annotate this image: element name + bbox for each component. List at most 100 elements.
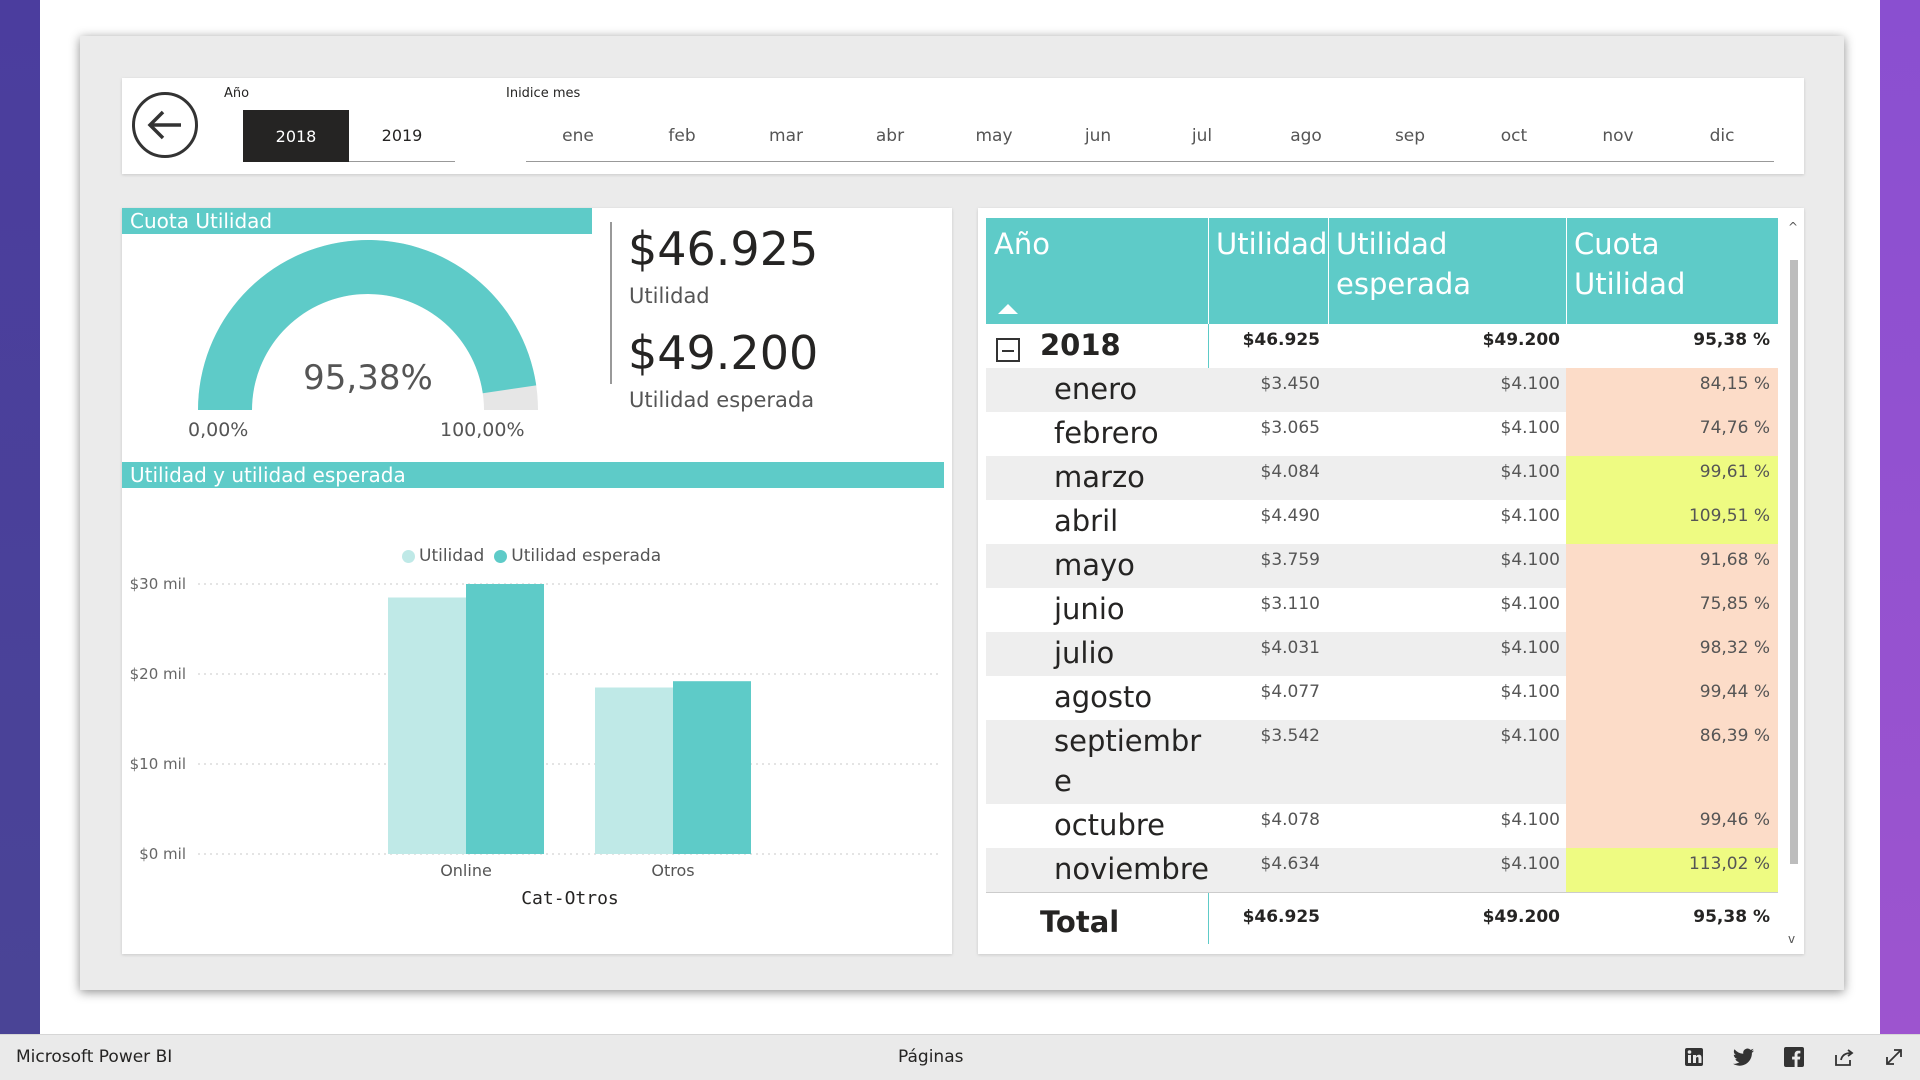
- row-label: febrero: [1054, 416, 1159, 450]
- table-row[interactable]: julio $4.031 $4.100 98,32 %: [986, 632, 1778, 676]
- table-row[interactable]: junio $3.110 $4.100 75,85 %: [986, 588, 1778, 632]
- table-row[interactable]: marzo $4.084 $4.100 99,61 %: [986, 456, 1778, 500]
- left-accent-bar: [0, 0, 40, 1034]
- scroll-thumb[interactable]: [1790, 260, 1798, 864]
- cell-utilidad: $46.925: [1242, 330, 1320, 350]
- y-tick-label: $0 mil: [139, 845, 186, 863]
- sort-ascending-icon[interactable]: [998, 304, 1018, 314]
- table-row[interactable]: febrero $3.065 $4.100 74,76 %: [986, 412, 1778, 456]
- kpi-utilidad-label: Utilidad: [629, 284, 710, 308]
- bar-otros-esperada[interactable]: [673, 681, 751, 854]
- cell-cuota: 99,44 %: [1699, 682, 1770, 702]
- month-button-nov[interactable]: nov: [1566, 110, 1670, 162]
- row-label: abril: [1054, 504, 1119, 538]
- header-utilidad-esperada[interactable]: Utilidad esperada: [1336, 224, 1536, 304]
- linkedin-icon[interactable]: [1682, 1045, 1706, 1069]
- cell-esperada: $4.100: [1500, 594, 1560, 614]
- bar-online-esperada[interactable]: [466, 584, 544, 854]
- scroll-up-icon[interactable]: ^: [1788, 220, 1798, 234]
- row-label: septiembr: [1054, 724, 1202, 758]
- cell-utilidad: $4.634: [1260, 854, 1320, 874]
- row-label: julio: [1054, 636, 1115, 670]
- cell-esperada: $49.200: [1482, 330, 1560, 350]
- legend-label-utilidad: Utilidad: [419, 546, 485, 566]
- cell-cuota: 84,15 %: [1699, 374, 1770, 394]
- table-row[interactable]: noviembre $4.634 $4.100 113,02 %: [986, 848, 1778, 892]
- table-scrollbar[interactable]: ^ v: [1788, 220, 1798, 946]
- bar-otros-utilidad[interactable]: [595, 687, 673, 855]
- month-button-feb[interactable]: feb: [630, 110, 734, 162]
- chart-legend: Utilidad Utilidad esperada: [402, 546, 661, 566]
- header-ano[interactable]: Año: [994, 224, 1050, 264]
- facebook-icon[interactable]: [1782, 1045, 1806, 1069]
- month-slicer: ene feb mar abr may jun jul ago sep oct …: [526, 110, 1774, 162]
- header-utilidad[interactable]: Utilidad: [1216, 224, 1327, 264]
- gauge-max-label: 100,00%: [440, 419, 525, 441]
- month-button-jun[interactable]: jun: [1046, 110, 1150, 162]
- table-row[interactable]: septiembr e $3.542 $4.100 86,39 %: [986, 720, 1778, 804]
- header-separator: [1208, 218, 1209, 324]
- month-button-jul[interactable]: jul: [1150, 110, 1254, 162]
- month-button-ago[interactable]: ago: [1254, 110, 1358, 162]
- month-button-dic[interactable]: dic: [1670, 110, 1774, 162]
- powerbi-brand-link[interactable]: Microsoft Power BI: [16, 1047, 172, 1067]
- cell-cuota: 109,51 %: [1688, 506, 1770, 526]
- month-button-mar[interactable]: mar: [734, 110, 838, 162]
- scroll-down-icon[interactable]: v: [1788, 932, 1795, 946]
- legend-swatch-esperada: [494, 549, 508, 563]
- collapse-icon[interactable]: [996, 338, 1020, 362]
- y-tick-label: $30 mil: [130, 575, 186, 593]
- row-label: 2018: [1040, 328, 1121, 362]
- bar-chart-title: Utilidad y utilidad esperada: [122, 462, 944, 488]
- kpi-utilidad-value: $46.925: [628, 222, 819, 276]
- row-label: enero: [1054, 372, 1138, 406]
- table-row[interactable]: abril $4.490 $4.100 109,51 %: [986, 500, 1778, 544]
- table-row-total: Total $46.925 $49.200 95,38 %: [986, 892, 1778, 944]
- arrow-left-icon: [147, 110, 181, 140]
- twitter-icon[interactable]: [1732, 1045, 1756, 1069]
- row-label: noviembre: [1054, 852, 1209, 886]
- share-icon[interactable]: [1832, 1045, 1856, 1069]
- cell-utilidad: $4.031: [1260, 638, 1320, 658]
- header-separator: [1566, 218, 1567, 324]
- back-button[interactable]: [132, 92, 198, 158]
- cell-cuota: 91,68 %: [1699, 550, 1770, 570]
- cell-esperada: $4.100: [1500, 726, 1560, 746]
- pages-button[interactable]: Páginas: [898, 1047, 963, 1067]
- y-tick-label: $10 mil: [130, 755, 186, 773]
- header-cuota-utilidad[interactable]: Cuota Utilidad: [1574, 224, 1778, 304]
- year-slicer-title: Año: [224, 86, 250, 101]
- month-button-ene[interactable]: ene: [526, 110, 630, 162]
- gauge-chart[interactable]: [138, 234, 598, 434]
- month-button-sep[interactable]: sep: [1358, 110, 1462, 162]
- report-canvas: Año 2018 2019 Inidice mes ene feb mar ab…: [80, 36, 1844, 990]
- cell-cuota: 98,32 %: [1699, 638, 1770, 658]
- bar-online-utilidad[interactable]: [388, 597, 466, 855]
- month-slicer-title: Inidice mes: [506, 86, 581, 101]
- row-label: agosto: [1054, 680, 1153, 714]
- month-button-abr[interactable]: abr: [838, 110, 942, 162]
- year-button-2018[interactable]: 2018: [243, 110, 349, 162]
- cell-utilidad: $3.759: [1260, 550, 1320, 570]
- cell-utilidad: $4.078: [1260, 810, 1320, 830]
- table-row[interactable]: agosto $4.077 $4.100 99,44 %: [986, 676, 1778, 720]
- legend-item-esperada[interactable]: Utilidad esperada: [494, 546, 661, 566]
- table-row[interactable]: octubre $4.078 $4.100 99,46 %: [986, 804, 1778, 848]
- legend-item-utilidad[interactable]: Utilidad: [402, 546, 484, 566]
- month-button-oct[interactable]: oct: [1462, 110, 1566, 162]
- table-row[interactable]: enero $3.450 $4.100 84,15 %: [986, 368, 1778, 412]
- cell-esperada: $4.100: [1500, 462, 1560, 482]
- table-row[interactable]: mayo $3.759 $4.100 91,68 %: [986, 544, 1778, 588]
- month-button-may[interactable]: may: [942, 110, 1046, 162]
- table-row-year[interactable]: 2018 $46.925 $49.200 95,38 %: [986, 324, 1778, 368]
- row-label: octubre: [1054, 808, 1165, 842]
- year-button-2019[interactable]: 2019: [349, 110, 455, 162]
- kpi-esperada-label: Utilidad esperada: [629, 388, 815, 412]
- cell-esperada: $49.200: [1482, 907, 1560, 927]
- expand-icon[interactable]: [1882, 1045, 1906, 1069]
- cell-esperada: $4.100: [1500, 374, 1560, 394]
- cell-esperada: $4.100: [1500, 682, 1560, 702]
- x-tick-label: Online: [440, 861, 492, 880]
- cell-utilidad: $4.077: [1260, 682, 1320, 702]
- x-tick-label: Otros: [651, 861, 694, 880]
